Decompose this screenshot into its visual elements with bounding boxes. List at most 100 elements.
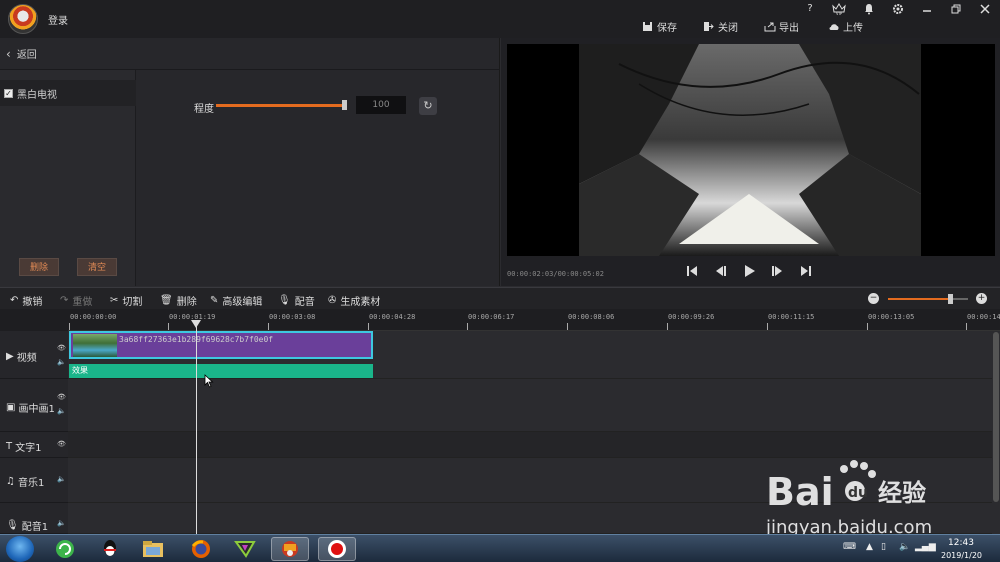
zoom-out-icon[interactable]: − [868, 293, 879, 304]
save-button[interactable]: 保存 [642, 19, 677, 34]
delete-button[interactable]: 🗑 删除 [160, 293, 197, 308]
track-name: 配音1 [21, 522, 49, 533]
delete-effect-button[interactable]: 删除 [19, 258, 59, 276]
close-window-icon[interactable] [978, 3, 992, 15]
speaker-icon[interactable]: 🔈 [57, 519, 66, 527]
eye-icon[interactable]: 👁 [57, 344, 66, 352]
advanced-edit-button[interactable]: ✎ 高级编辑 [210, 293, 262, 308]
track-header-video[interactable]: ▶ 视频 👁 🔈 [0, 331, 68, 379]
redo-button[interactable]: ↷ 重做 [60, 293, 92, 308]
back-row[interactable]: ‹ 返回 [0, 38, 500, 70]
effect-checkbox[interactable]: ✓ [4, 88, 13, 98]
taskbar-app-firefox-icon[interactable] [182, 537, 220, 561]
playhead-marker[interactable] [191, 320, 201, 328]
degree-value-field[interactable]: 100 [356, 96, 406, 114]
undo-button[interactable]: ↶ 撤销 [10, 293, 42, 308]
skip-to-start-icon[interactable] [685, 264, 699, 278]
speaker-icon[interactable]: 🔈 [57, 407, 66, 415]
help-icon[interactable]: ? [803, 3, 817, 15]
start-button-icon[interactable] [6, 536, 34, 562]
ruler-corner [0, 309, 68, 331]
track-header-text[interactable]: T 文字1 👁 [0, 432, 68, 458]
clock-time[interactable]: 12:43 [948, 538, 974, 548]
delete-label: 删除 [176, 297, 197, 308]
upload-button[interactable]: 上传 [828, 19, 863, 34]
save-label: 保存 [657, 22, 677, 34]
zoom-slider-fill [888, 298, 950, 300]
close-button[interactable]: 关闭 [703, 19, 738, 34]
eye-icon[interactable]: 👁 [57, 440, 66, 448]
restore-icon[interactable] [949, 3, 963, 15]
speaker-icon[interactable]: 🔈 [57, 358, 66, 366]
step-forward-icon[interactable] [771, 264, 785, 278]
minimize-icon[interactable] [920, 3, 934, 15]
clear-effects-button[interactable]: 清空 [77, 258, 117, 276]
back-label: 返回 [16, 50, 37, 61]
redo-icon: ↷ [60, 295, 69, 306]
app-logo-avatar[interactable] [8, 4, 38, 34]
timeline-ruler[interactable]: 00:00:00:00 00:00:01:19 00:00:03:08 00:0… [68, 309, 1000, 331]
ruler-label: 00:00:13:05 [868, 313, 915, 321]
ruler-label: 00:00:11:15 [768, 313, 815, 321]
video-clip[interactable]: 3a68ff27363e1b289f69628c7b7f0e0f [69, 331, 373, 359]
ruler-tick [168, 323, 169, 330]
login-link[interactable]: 登录 [48, 12, 68, 27]
pencil-icon: ✎ [210, 295, 219, 306]
device-icon[interactable]: ▯ [881, 542, 886, 552]
track-header-pip[interactable]: ▣ 画中画1 👁 🔈 [0, 379, 68, 432]
degree-slider[interactable] [216, 104, 346, 107]
play-icon[interactable] [742, 264, 756, 278]
track-header-voice[interactable]: 🎙 配音1 🔈 [0, 503, 68, 534]
text-track-icon: T [6, 441, 13, 452]
generate-material-button[interactable]: ✇ 生成素材 [328, 293, 380, 308]
taskbar-app-video-editor-icon[interactable] [271, 537, 309, 561]
taskbar-app-360-icon[interactable] [46, 537, 84, 561]
pip-track-icon: ▣ [6, 402, 16, 413]
effect-bar[interactable]: 效果 [69, 364, 373, 378]
keyboard-icon[interactable]: ⌨ [843, 542, 856, 552]
step-back-icon[interactable] [713, 264, 727, 278]
taskbar-app-qq-icon[interactable] [91, 537, 129, 561]
vip-crown-icon[interactable]: VIP [832, 3, 846, 16]
preview-screen [507, 44, 995, 256]
microphone-icon: 🎙 [278, 295, 291, 306]
skip-to-end-icon[interactable] [799, 264, 813, 278]
preview-panel: 00:00:02:03/00:00:05:02 [501, 38, 1000, 286]
cut-button[interactable]: ✂ 切割 [110, 293, 142, 308]
scissors-icon: ✂ [110, 295, 119, 306]
clip-thumbnail [73, 334, 117, 357]
eye-icon[interactable]: 👁 [57, 393, 66, 401]
gear-icon[interactable] [891, 3, 905, 15]
effect-list-item[interactable]: ✓ 黑白电视 [0, 80, 136, 106]
clock-date[interactable]: 2019/1/20 [941, 551, 982, 560]
film-reel-icon: ✇ [328, 295, 337, 306]
taskbar-app-recorder-icon[interactable] [318, 537, 356, 561]
speaker-icon[interactable]: 🔈 [57, 475, 66, 483]
taskbar-app-explorer-icon[interactable] [134, 537, 172, 561]
cut-label: 切割 [122, 297, 143, 308]
volume-icon[interactable]: 🔈 [899, 542, 910, 552]
degree-slider-thumb[interactable] [342, 100, 347, 110]
microphone-icon: 🎙 [6, 520, 19, 531]
tray-expand-icon[interactable]: ▲ [866, 542, 873, 552]
bell-icon[interactable] [862, 3, 876, 15]
zoom-in-icon[interactable]: + [976, 293, 987, 304]
watermark-cn: 经验 [878, 479, 926, 507]
track-header-music[interactable]: ♫ 音乐1 🔈 [0, 458, 68, 503]
windows-taskbar: ⌨ ▲ ▯ 🔈 ▂▄▆ 12:43 2019/1/20 [0, 534, 1000, 562]
export-button[interactable]: 导出 [764, 19, 799, 34]
taskbar-app-media-icon[interactable] [226, 537, 264, 561]
zoom-slider-thumb[interactable] [948, 294, 953, 304]
network-icon[interactable]: ▂▄▆ [915, 542, 936, 552]
reset-icon[interactable]: ↻ [419, 97, 437, 115]
edit-toolbar: ↶ 撤销 ↷ 重做 ✂ 切割 🗑 删除 ✎ 高级编辑 🎙 配音 ✇ 生成素材 − + [0, 287, 1000, 309]
baidu-jingyan-watermark: Bai du 经验 jingyan.baidu.com [766, 460, 932, 538]
undo-label: 撤销 [22, 297, 43, 308]
redo-label: 重做 [72, 297, 93, 308]
export-icon [764, 21, 776, 32]
scrollbar-thumb[interactable] [993, 332, 999, 502]
dub-button[interactable]: 🎙 配音 [278, 293, 315, 308]
playhead-line[interactable] [196, 322, 197, 534]
ruler-label: 00:00:09:26 [668, 313, 715, 321]
preview-timecode: 00:00:02:03/00:00:05:02 [507, 270, 604, 278]
